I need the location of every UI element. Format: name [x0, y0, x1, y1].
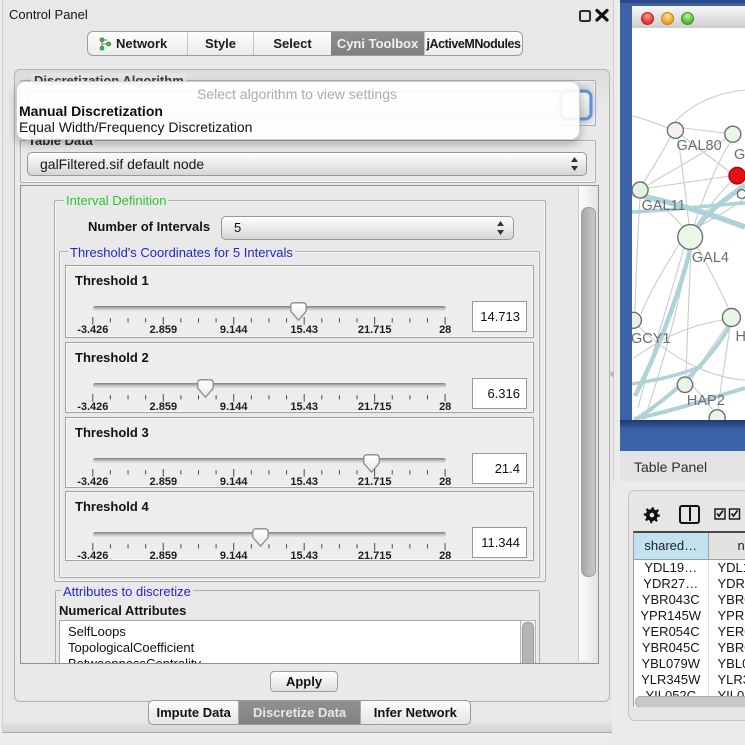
- svg-text:GAL4: GAL4: [692, 250, 729, 266]
- svg-text:H: H: [736, 329, 745, 345]
- svg-text:GAL80: GAL80: [677, 138, 722, 154]
- svg-text:GAL11: GAL11: [642, 198, 686, 214]
- svg-text:GCY1: GCY1: [632, 331, 671, 347]
- svg-text:HAP2: HAP2: [687, 393, 725, 409]
- svg-text:C: C: [736, 187, 745, 203]
- svg-text:G.: G.: [734, 147, 745, 163]
